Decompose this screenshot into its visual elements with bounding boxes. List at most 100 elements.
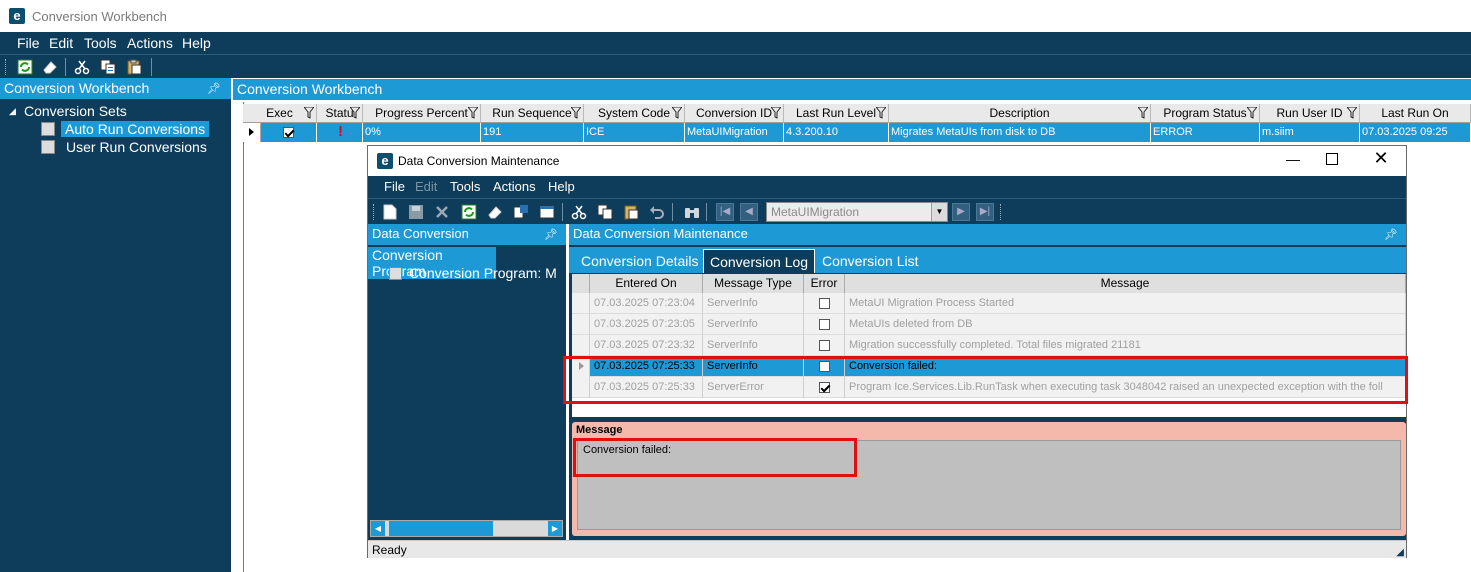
col-message-type[interactable]: Message Type [703,274,804,293]
menu-file[interactable]: File [17,35,40,51]
toolbar-separator [562,203,563,221]
tab-conversion-list[interactable]: Conversion List [816,249,925,273]
dialog-menu-actions[interactable]: Actions [493,179,536,194]
refresh-icon[interactable] [460,203,478,221]
cut-icon[interactable] [570,203,588,221]
col-system-code[interactable]: System Code [584,104,685,123]
toolbar-separator [672,203,673,221]
col-status[interactable]: Statu [317,104,363,123]
filter-icon[interactable] [876,107,886,119]
row-indicator[interactable] [572,314,590,335]
row-indicator[interactable] [572,335,590,356]
menu-edit[interactable]: Edit [49,35,73,51]
maximize-button[interactable] [1326,153,1338,165]
chevron-down-icon[interactable]: ▼ [931,203,947,221]
filter-icon[interactable] [1247,107,1257,119]
menu-help[interactable]: Help [182,35,211,51]
col-exec[interactable]: Exec [243,104,317,123]
col-conversion-id[interactable]: Conversion ID [685,104,784,123]
close-button[interactable]: ✕ [1370,148,1392,168]
tab-conversion-log[interactable]: Conversion Log [703,249,816,273]
filter-icon[interactable] [571,107,581,119]
paste-icon[interactable] [622,203,640,221]
copy-icon[interactable] [596,203,614,221]
table-row[interactable]: 07.03.2025 07:23:04 ServerInfo MetaUI Mi… [572,293,1406,314]
dialog-toolbar: |◀ ◀ MetaUIMigration ▼ ▶ ▶| [368,198,1406,224]
table-row[interactable]: 07.03.2025 07:23:32 ServerInfo Migration… [572,335,1406,356]
dialog-menu-help[interactable]: Help [548,179,575,194]
filter-icon[interactable] [1138,107,1148,119]
filter-icon[interactable] [672,107,682,119]
pin-icon[interactable]: 📌︎ [1384,228,1398,241]
conversion-selector[interactable]: MetaUIMigration ▼ [766,202,948,222]
log-grid-header: Entered On Message Type Error Message [572,274,1406,293]
save-icon[interactable] [407,203,425,221]
exec-checkbox[interactable] [283,126,294,138]
col-entered-on[interactable]: Entered On [590,274,703,293]
error-checkbox[interactable] [818,339,830,351]
horizontal-scrollbar[interactable]: ◀ ▶ [370,520,563,537]
dialog-menu-tools[interactable]: Tools [450,179,480,194]
col-run-sequence[interactable]: Run Sequence [481,104,584,123]
col-error[interactable]: Error [804,274,845,293]
next-record-button[interactable]: ▶ [952,203,970,221]
previous-record-button[interactable]: ◀ [740,203,758,221]
copy-icon[interactable] [99,58,117,76]
col-progress[interactable]: Progress Percent [363,104,481,123]
toolbar-grip[interactable] [373,204,376,220]
toolbar-separator [65,58,66,76]
row-indicator[interactable] [572,293,590,314]
tree-item-auto-run[interactable]: Auto Run Conversions [61,121,210,137]
toolbar-grip[interactable] [5,59,8,75]
delete-icon[interactable] [433,203,451,221]
refresh-icon[interactable] [16,58,34,76]
tree-root-conversion-sets[interactable]: Conversion Sets [24,103,127,119]
table-row[interactable]: 07.03.2025 07:23:05 ServerInfo MetaUIs d… [572,314,1406,335]
scrollbar-thumb[interactable] [389,521,493,536]
scroll-left-button[interactable]: ◀ [371,521,385,536]
pin-icon[interactable]: 📌︎ [544,228,558,241]
minimize-button[interactable]: — [1282,151,1304,171]
last-record-button[interactable]: ▶| [976,203,994,221]
tree-item-conversion-program-child[interactable]: Conversion Program: M [409,265,557,281]
resize-grip-icon[interactable]: ◢ [1396,547,1404,558]
tab-conversion-details[interactable]: Conversion Details [575,249,705,273]
paste-icon[interactable] [125,58,143,76]
cut-icon[interactable] [73,58,91,76]
col-description[interactable]: Description [889,104,1151,123]
filter-icon[interactable] [771,107,781,119]
col-message[interactable]: Message [845,274,1406,293]
dialog-menu-file[interactable]: File [384,179,405,194]
undo-icon[interactable] [648,203,666,221]
tree-expand-icon[interactable]: ◢ [9,106,16,117]
filter-icon[interactable] [1347,107,1357,119]
col-last-run-level[interactable]: Last Run Level [784,104,889,123]
window-icon[interactable] [538,203,556,221]
col-program-status-label: Program Status [1163,106,1247,120]
error-checkbox[interactable] [818,318,830,330]
pin-icon[interactable]: 📌︎ [207,82,221,95]
row-indicator[interactable] [243,123,261,142]
col-program-status[interactable]: Program Status [1151,104,1260,123]
new-icon[interactable] [381,203,399,221]
error-checkbox[interactable] [818,297,830,309]
filter-icon[interactable] [468,107,478,119]
attach-icon[interactable] [512,203,530,221]
scroll-right-button[interactable]: ▶ [548,521,562,536]
col-run-user-id[interactable]: Run User ID [1260,104,1360,123]
col-progress-label: Progress Percent [375,106,468,120]
menu-tools[interactable]: Tools [84,35,117,51]
menu-actions[interactable]: Actions [127,35,173,51]
tree-item-user-run[interactable]: User Run Conversions [66,139,207,155]
first-record-button[interactable]: |◀ [716,203,734,221]
col-last-run-level-label: Last Run Level [795,106,877,120]
error-cell [804,335,845,356]
col-last-run-on[interactable]: Last Run On [1360,104,1471,123]
eraser-icon[interactable] [486,203,504,221]
eraser-icon[interactable] [41,58,59,76]
table-row[interactable]: ! 0% 191 ICE MetaUIMigration 4.3.200.10 … [243,123,1471,142]
filter-icon[interactable] [350,107,360,119]
exec-cell[interactable] [261,123,317,142]
filter-icon[interactable] [304,107,314,119]
binoculars-icon[interactable] [683,203,701,221]
